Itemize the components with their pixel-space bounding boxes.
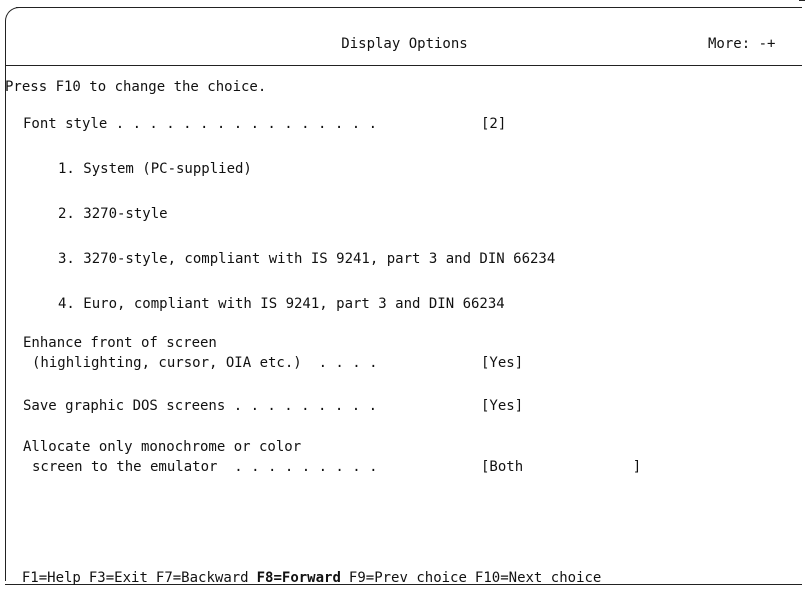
font-style-option-3: 3. 3270-style, compliant with IS 9241, p… (58, 251, 556, 267)
allocate-screen-label-cont: screen to the emulator . . . . . . . . . (32, 459, 378, 475)
top-right-tick (799, 0, 805, 1)
more-indicator[interactable]: More: -+ (708, 35, 775, 53)
font-style-option-1: 1. System (PC-supplied) (58, 161, 252, 177)
enhance-front-label-cont: (highlighting, cursor, OIA etc.) . . . . (32, 355, 378, 371)
save-graphic-field[interactable]: [Yes] (481, 397, 523, 415)
font-style-field[interactable]: [2] (481, 115, 506, 133)
f7-backward-key[interactable]: F7=Backward (156, 570, 249, 586)
allocate-screen-field[interactable]: [Both ] (481, 458, 641, 476)
font-style-label: Font style . . . . . . . . . . . . . . .… (23, 116, 378, 132)
f9-prev-choice-key[interactable]: F9=Prev choice (349, 570, 467, 586)
f8-forward-key[interactable]: F8=Forward (257, 570, 341, 586)
panel-top-border (16, 7, 802, 8)
f3-exit-key[interactable]: F3=Exit (89, 570, 148, 586)
instruction-text: Press F10 to change the choice. (5, 79, 267, 95)
panel-left-border (5, 26, 6, 581)
enhance-front-label: Enhance front of screen (23, 335, 217, 351)
page-title: Display Options (341, 36, 468, 52)
function-key-bar: F1=Help F3=Exit F7=Backward F8=Forward F9=Pr… (5, 551, 609, 587)
save-graphic-label: Save graphic DOS screens . . . . . . . .… (23, 398, 378, 414)
f1-help-key[interactable]: F1=Help (22, 570, 81, 586)
header-separator (5, 65, 802, 66)
allocate-screen-label: Allocate only monochrome or color (23, 439, 302, 455)
f10-next-choice-key[interactable]: F10=Next choice (475, 570, 601, 586)
font-style-option-2: 2. 3270-style (58, 206, 168, 222)
enhance-front-field[interactable]: [Yes] (481, 354, 523, 372)
font-style-option-4: 4. Euro, compliant with IS 9241, part 3 … (58, 296, 505, 312)
